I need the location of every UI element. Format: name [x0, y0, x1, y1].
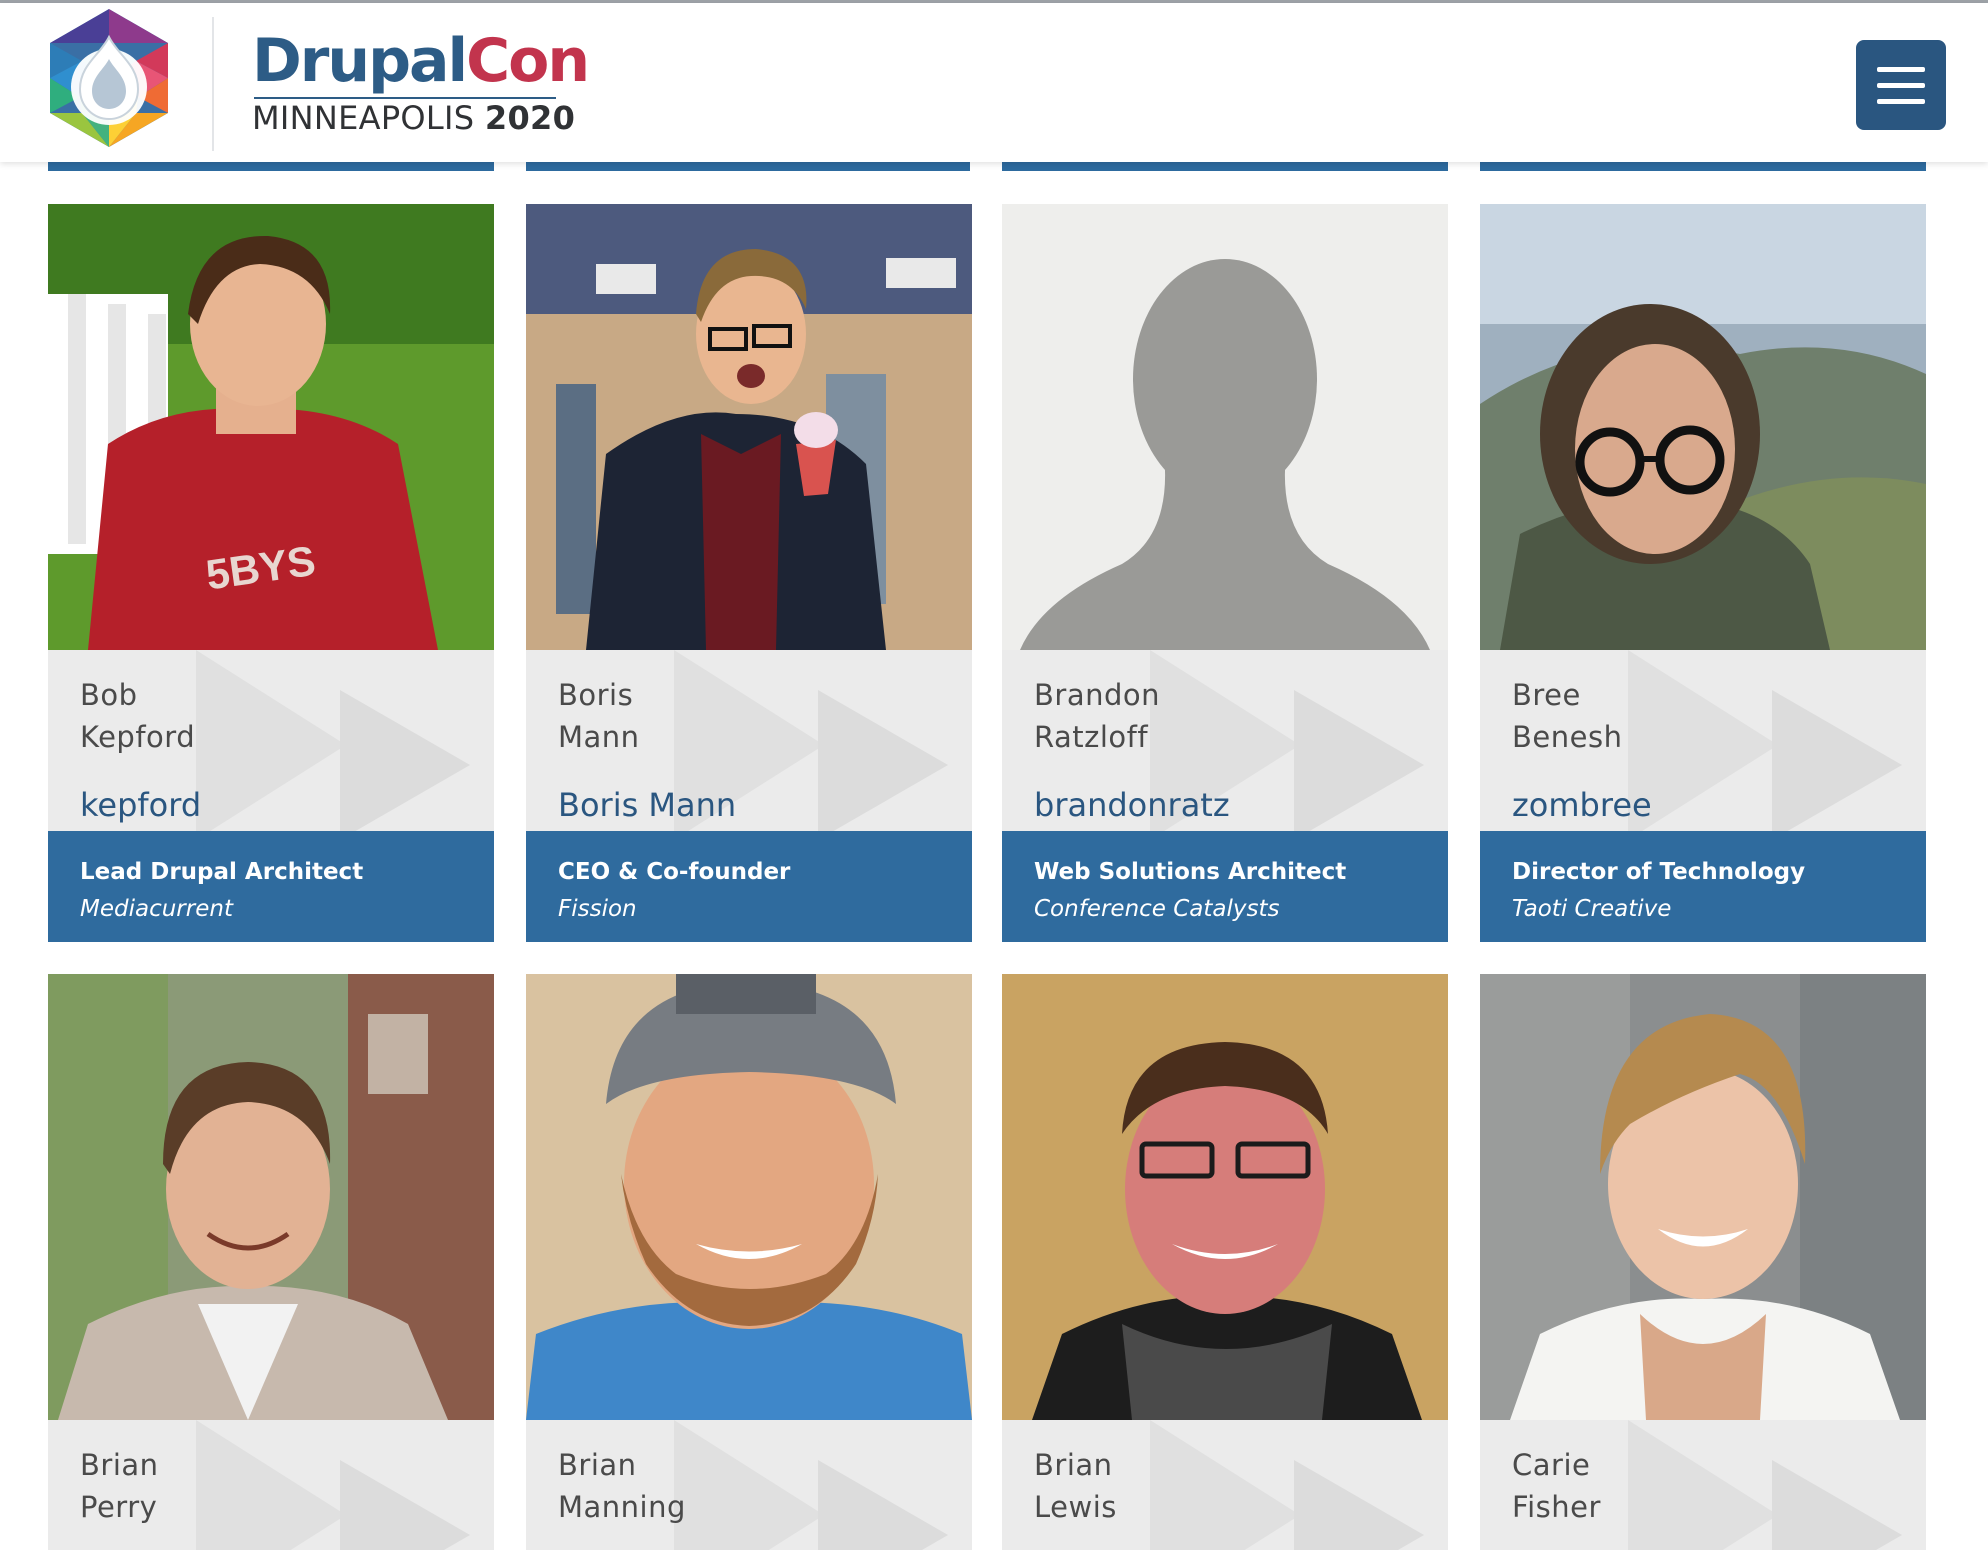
- speaker-photo[interactable]: [1480, 974, 1926, 1420]
- brand-year: 2020: [484, 99, 576, 137]
- speaker-job-title: Web Solutions Architect: [1034, 859, 1347, 885]
- speaker-organization: Taoti Creative: [1512, 896, 1672, 922]
- brand-location: MINNEAPOLIS 2020: [252, 102, 575, 134]
- brand-city: MINNEAPOLIS: [252, 99, 475, 137]
- brand-con: Con: [466, 26, 590, 96]
- speaker-card[interactable]: Brandon Ratzloff brandonratz Web Solutio…: [1002, 204, 1448, 942]
- speaker-handle-link[interactable]: kepford: [80, 786, 201, 824]
- speaker-photo[interactable]: [526, 974, 972, 1420]
- speaker-name-panel: Brandon Ratzloff brandonratz: [1002, 650, 1448, 835]
- speaker-name-panel: Brian Lewis: [1002, 1420, 1448, 1550]
- speaker-first-name: Brian: [1034, 1448, 1113, 1482]
- speaker-info-bar: Director of Technology Taoti Creative: [1480, 831, 1926, 942]
- speaker-name-panel: Boris Mann Boris Mann: [526, 650, 972, 835]
- speaker-first-name: Bob: [80, 678, 138, 712]
- speaker-first-name: Brian: [558, 1448, 637, 1482]
- site-header: DrupalCon MINNEAPOLIS 2020: [0, 3, 1988, 162]
- speaker-card[interactable]: Boris Mann Boris Mann CEO & Co-founder F…: [526, 204, 972, 942]
- speaker-photo[interactable]: [526, 204, 972, 650]
- speaker-photo[interactable]: [1002, 204, 1448, 650]
- speaker-organization: Fission: [558, 896, 637, 922]
- speaker-card[interactable]: Brian Perry: [48, 974, 494, 1550]
- speaker-card[interactable]: 5BYS Bob Kepford kepford Lead Drupal Arc…: [48, 204, 494, 942]
- speaker-photo[interactable]: [1002, 974, 1448, 1420]
- speaker-last-name: Perry: [80, 1490, 158, 1524]
- speaker-info-bar: Web Solutions Architect Conference Catal…: [1002, 831, 1448, 942]
- hamburger-line-icon: [1877, 67, 1925, 72]
- speaker-job-title: CEO & Co-founder: [558, 859, 791, 885]
- hamburger-menu-button[interactable]: [1856, 40, 1946, 130]
- hamburger-line-icon: [1877, 99, 1925, 104]
- speaker-info-bar: CEO & Co-founder Fission: [526, 831, 972, 942]
- speaker-first-name: Carie: [1512, 1448, 1591, 1482]
- speaker-handle-link[interactable]: Boris Mann: [558, 786, 736, 824]
- speaker-name-panel: Brian Perry: [48, 1420, 494, 1550]
- speaker-card[interactable]: Brian Manning: [526, 974, 972, 1550]
- speaker-name-panel: Bree Benesh zombree: [1480, 650, 1926, 835]
- speaker-job-title: Lead Drupal Architect: [80, 859, 364, 885]
- drupalcon-logo-icon[interactable]: [46, 7, 172, 149]
- speaker-info-bar: Lead Drupal Architect Mediacurrent: [48, 831, 494, 942]
- brand-drupal: Drupal: [252, 26, 468, 96]
- speaker-card[interactable]: Carie Fisher: [1480, 974, 1926, 1550]
- speaker-last-name: Mann: [558, 720, 640, 754]
- speaker-last-name: Fisher: [1512, 1490, 1601, 1524]
- default-avatar-icon: [1002, 204, 1448, 650]
- speaker-last-name: Ratzloff: [1034, 720, 1149, 754]
- speaker-first-name: Bree: [1512, 678, 1581, 712]
- speaker-photo[interactable]: 5BYS: [48, 204, 494, 650]
- speaker-job-title: Director of Technology: [1512, 859, 1806, 885]
- speaker-last-name: Lewis: [1034, 1490, 1117, 1524]
- speaker-last-name: Benesh: [1512, 720, 1623, 754]
- speaker-name-panel: Brian Manning: [526, 1420, 972, 1550]
- speaker-organization: Conference Catalysts: [1034, 896, 1280, 922]
- speaker-card[interactable]: Brian Lewis: [1002, 974, 1448, 1550]
- speaker-name-panel: Bob Kepford kepford: [48, 650, 494, 835]
- speaker-first-name: Boris: [558, 678, 634, 712]
- speaker-photo[interactable]: [1480, 204, 1926, 650]
- speaker-handle-link[interactable]: zombree: [1512, 786, 1652, 824]
- speaker-card[interactable]: Bree Benesh zombree Director of Technolo…: [1480, 204, 1926, 942]
- speaker-first-name: Brandon: [1034, 678, 1160, 712]
- hamburger-line-icon: [1877, 83, 1925, 88]
- brand-wordmark[interactable]: DrupalCon: [252, 31, 590, 91]
- logo-divider: [212, 17, 214, 151]
- speaker-photo[interactable]: [48, 974, 494, 1420]
- speaker-handle-link[interactable]: brandonratz: [1034, 786, 1230, 824]
- speaker-name-panel: Carie Fisher: [1480, 1420, 1926, 1550]
- speaker-organization: Mediacurrent: [80, 896, 233, 922]
- speaker-last-name: Kepford: [80, 720, 196, 754]
- speaker-first-name: Brian: [80, 1448, 159, 1482]
- speaker-last-name: Manning: [558, 1490, 686, 1524]
